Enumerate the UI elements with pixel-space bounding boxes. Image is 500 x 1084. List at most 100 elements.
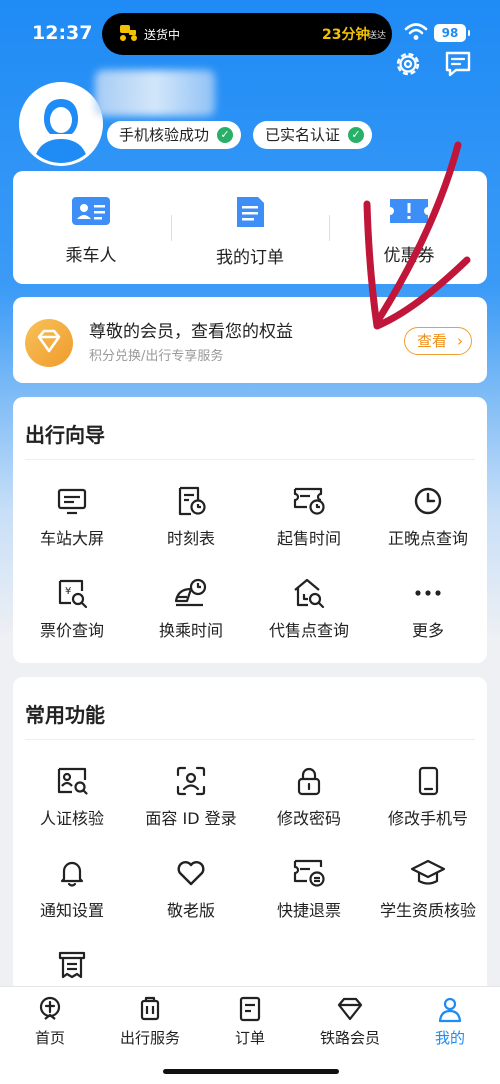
member-diamond-icon xyxy=(337,997,363,1021)
func-item-elderly-mode[interactable]: 敬老版 xyxy=(132,857,250,921)
ticket-clock-icon xyxy=(293,487,325,515)
guide-item-label: 车站大屏 xyxy=(39,529,104,548)
island-status-label: 送货中 xyxy=(144,28,181,42)
phone-verified-label: 手机核验成功 xyxy=(119,126,210,144)
dynamic-island-delivery[interactable]: 送货中 23分钟 送达 xyxy=(102,13,392,55)
member-benefits-card[interactable]: 尊敬的会员，查看您的权益 积分兑换/出行专享服务 查看 › xyxy=(13,297,487,383)
phone-verified-badge: 手机核验成功 ✓ xyxy=(107,121,242,149)
guide-item-label: 更多 xyxy=(411,621,444,640)
common-functions-section: 常用功能 人证核验 面容 ID 登录 修改密码 修改手机号 通知设置 敬老版 快… xyxy=(13,677,487,1007)
price-search-icon: ¥ xyxy=(58,579,88,609)
tab-mine[interactable]: 我的 xyxy=(400,995,500,1048)
settings-gear-icon[interactable] xyxy=(392,48,424,80)
tab-label: 订单 xyxy=(234,1029,265,1047)
view-benefits-button[interactable]: 查看 › xyxy=(404,327,472,355)
func-item-label: 敬老版 xyxy=(166,901,215,920)
view-benefits-label: 查看 xyxy=(417,332,448,350)
bell-icon xyxy=(60,861,84,887)
quick-action-coupons[interactable]: 优惠券 xyxy=(334,195,484,266)
guide-item-more[interactable]: 更多 xyxy=(369,577,487,641)
member-subtitle: 积分兑换/出行专享服务 xyxy=(89,349,224,364)
quick-actions-card: 乘车人 我的订单 优惠券 xyxy=(13,171,487,284)
guide-item-transfer-time[interactable]: 换乘时间 xyxy=(132,577,250,641)
member-title: 尊敬的会员，查看您的权益 xyxy=(89,322,293,342)
order-doc-icon xyxy=(237,197,264,227)
func-item-label: 面容 ID 登录 xyxy=(145,809,237,828)
tab-travel-services[interactable]: 出行服务 xyxy=(100,995,200,1048)
guide-item-sale-time[interactable]: 起售时间 xyxy=(250,485,368,549)
quick-action-label: 乘车人 xyxy=(65,246,117,266)
profile-icon xyxy=(438,997,462,1023)
func-item-id-verify[interactable]: 人证核验 xyxy=(13,765,131,829)
func-item-face-id[interactable]: 面容 ID 登录 xyxy=(132,765,250,829)
home-indicator xyxy=(163,1069,339,1074)
check-icon: ✓ xyxy=(217,127,234,143)
wifi-icon xyxy=(404,23,428,40)
guide-item-timetable[interactable]: 时刻表 xyxy=(132,485,250,549)
section-title: 常用功能 xyxy=(25,703,105,727)
quick-action-label: 优惠券 xyxy=(383,246,435,266)
func-item-label: 人证核验 xyxy=(39,809,104,828)
guide-item-label: 时刻表 xyxy=(166,529,215,548)
tab-orders[interactable]: 订单 xyxy=(200,995,300,1048)
section-title: 出行向导 xyxy=(25,423,105,447)
divider xyxy=(171,215,172,241)
section-divider xyxy=(25,459,475,460)
guide-item-price-query[interactable]: ¥ 票价查询 xyxy=(13,577,131,641)
refund-ticket-icon xyxy=(293,859,325,887)
status-bar: 12:37 送货中 23分钟 送达 98 xyxy=(0,0,500,64)
coupon-icon xyxy=(390,199,428,223)
func-item-receipt[interactable] xyxy=(13,949,131,989)
island-eta-suffix: 送达 xyxy=(368,31,387,41)
func-item-label: 修改手机号 xyxy=(387,809,468,828)
func-item-label: 学生资质核验 xyxy=(379,901,476,920)
face-id-icon xyxy=(176,766,206,796)
clock-icon xyxy=(414,487,442,515)
lock-icon xyxy=(297,767,321,796)
svg-text:¥: ¥ xyxy=(65,586,71,597)
message-icon[interactable] xyxy=(442,48,474,80)
station-screen-icon xyxy=(57,488,87,515)
realname-verified-badge: 已实名认证 ✓ xyxy=(253,121,373,149)
tab-home[interactable]: 首页 xyxy=(0,995,100,1048)
func-item-notifications[interactable]: 通知设置 xyxy=(13,857,131,921)
guide-item-agency-query[interactable]: 代售点查询 xyxy=(250,577,368,641)
func-item-student-verify[interactable]: 学生资质核验 xyxy=(369,857,487,921)
chevron-right-icon: › xyxy=(457,332,463,350)
tab-railway-member[interactable]: 铁路会员 xyxy=(300,995,400,1048)
travel-guide-section: 出行向导 车站大屏 时刻表 起售时间 正晚点查询 ¥ 票价查询 换乘时间 代售点… xyxy=(13,397,487,663)
receipt-icon xyxy=(58,951,86,979)
guide-item-delay-query[interactable]: 正晚点查询 xyxy=(369,485,487,549)
tab-label: 铁路会员 xyxy=(319,1029,380,1047)
realname-verified-label: 已实名认证 xyxy=(265,126,341,144)
delivery-rider-icon xyxy=(120,25,137,41)
quick-action-orders[interactable]: 我的订单 xyxy=(175,195,325,268)
id-verify-icon xyxy=(57,767,88,795)
tab-label: 首页 xyxy=(34,1029,65,1047)
member-badge xyxy=(25,319,73,367)
island-eta: 23分钟 xyxy=(322,27,370,43)
more-dots-icon xyxy=(415,590,441,596)
default-avatar-icon xyxy=(22,85,100,163)
func-item-label: 通知设置 xyxy=(39,901,104,920)
order-icon xyxy=(239,996,261,1022)
tab-label: 我的 xyxy=(434,1029,465,1047)
phone-icon xyxy=(418,766,439,796)
func-item-quick-refund[interactable]: 快捷退票 xyxy=(250,857,368,921)
user-avatar[interactable] xyxy=(19,82,103,166)
diamond-icon xyxy=(37,329,61,353)
check-icon: ✓ xyxy=(348,127,365,143)
func-item-change-password[interactable]: 修改密码 xyxy=(250,765,368,829)
battery-indicator: 98 xyxy=(434,24,470,42)
passenger-card-icon xyxy=(72,197,110,225)
quick-action-label: 我的订单 xyxy=(216,248,284,268)
guide-item-station-screen[interactable]: 车站大屏 xyxy=(13,485,131,549)
transfer-time-icon xyxy=(174,578,207,607)
guide-item-label: 起售时间 xyxy=(276,529,341,548)
divider xyxy=(329,215,330,241)
home-train-icon xyxy=(39,996,61,1020)
status-time: 12:37 xyxy=(32,22,93,44)
guide-item-label: 正晚点查询 xyxy=(387,529,468,548)
func-item-change-phone[interactable]: 修改手机号 xyxy=(369,765,487,829)
quick-action-passenger[interactable]: 乘车人 xyxy=(16,195,166,266)
